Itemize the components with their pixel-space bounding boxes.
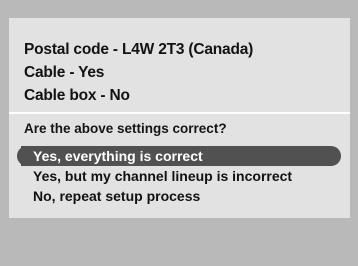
confirmation-options-menu: Yes, everything is correct Yes, but my c… <box>17 146 341 206</box>
option-repeat-setup[interactable]: No, repeat setup process <box>21 186 341 206</box>
divider <box>9 112 350 114</box>
settings-confirmation-panel: Postal code - L4W 2T3 (Canada) Cable - Y… <box>9 18 350 218</box>
option-label: Yes, but my channel lineup is incorrect <box>33 168 293 184</box>
settings-summary: Postal code - L4W 2T3 (Canada) Cable - Y… <box>24 38 344 107</box>
option-label: No, repeat setup process <box>33 188 201 204</box>
postal-code-setting: Postal code - L4W 2T3 (Canada) <box>24 41 254 58</box>
option-yes-lineup-incorrect[interactable]: Yes, but my channel lineup is incorrect <box>21 166 341 186</box>
option-label: Yes, everything is correct <box>33 148 203 164</box>
confirmation-question: Are the above settings correct? <box>24 121 227 136</box>
option-yes-correct[interactable]: Yes, everything is correct <box>17 146 341 166</box>
cable-box-setting: Cable box - No <box>24 87 130 104</box>
cable-setting: Cable - Yes <box>24 64 105 81</box>
setup-screen: Postal code - L4W 2T3 (Canada) Cable - Y… <box>0 0 358 266</box>
